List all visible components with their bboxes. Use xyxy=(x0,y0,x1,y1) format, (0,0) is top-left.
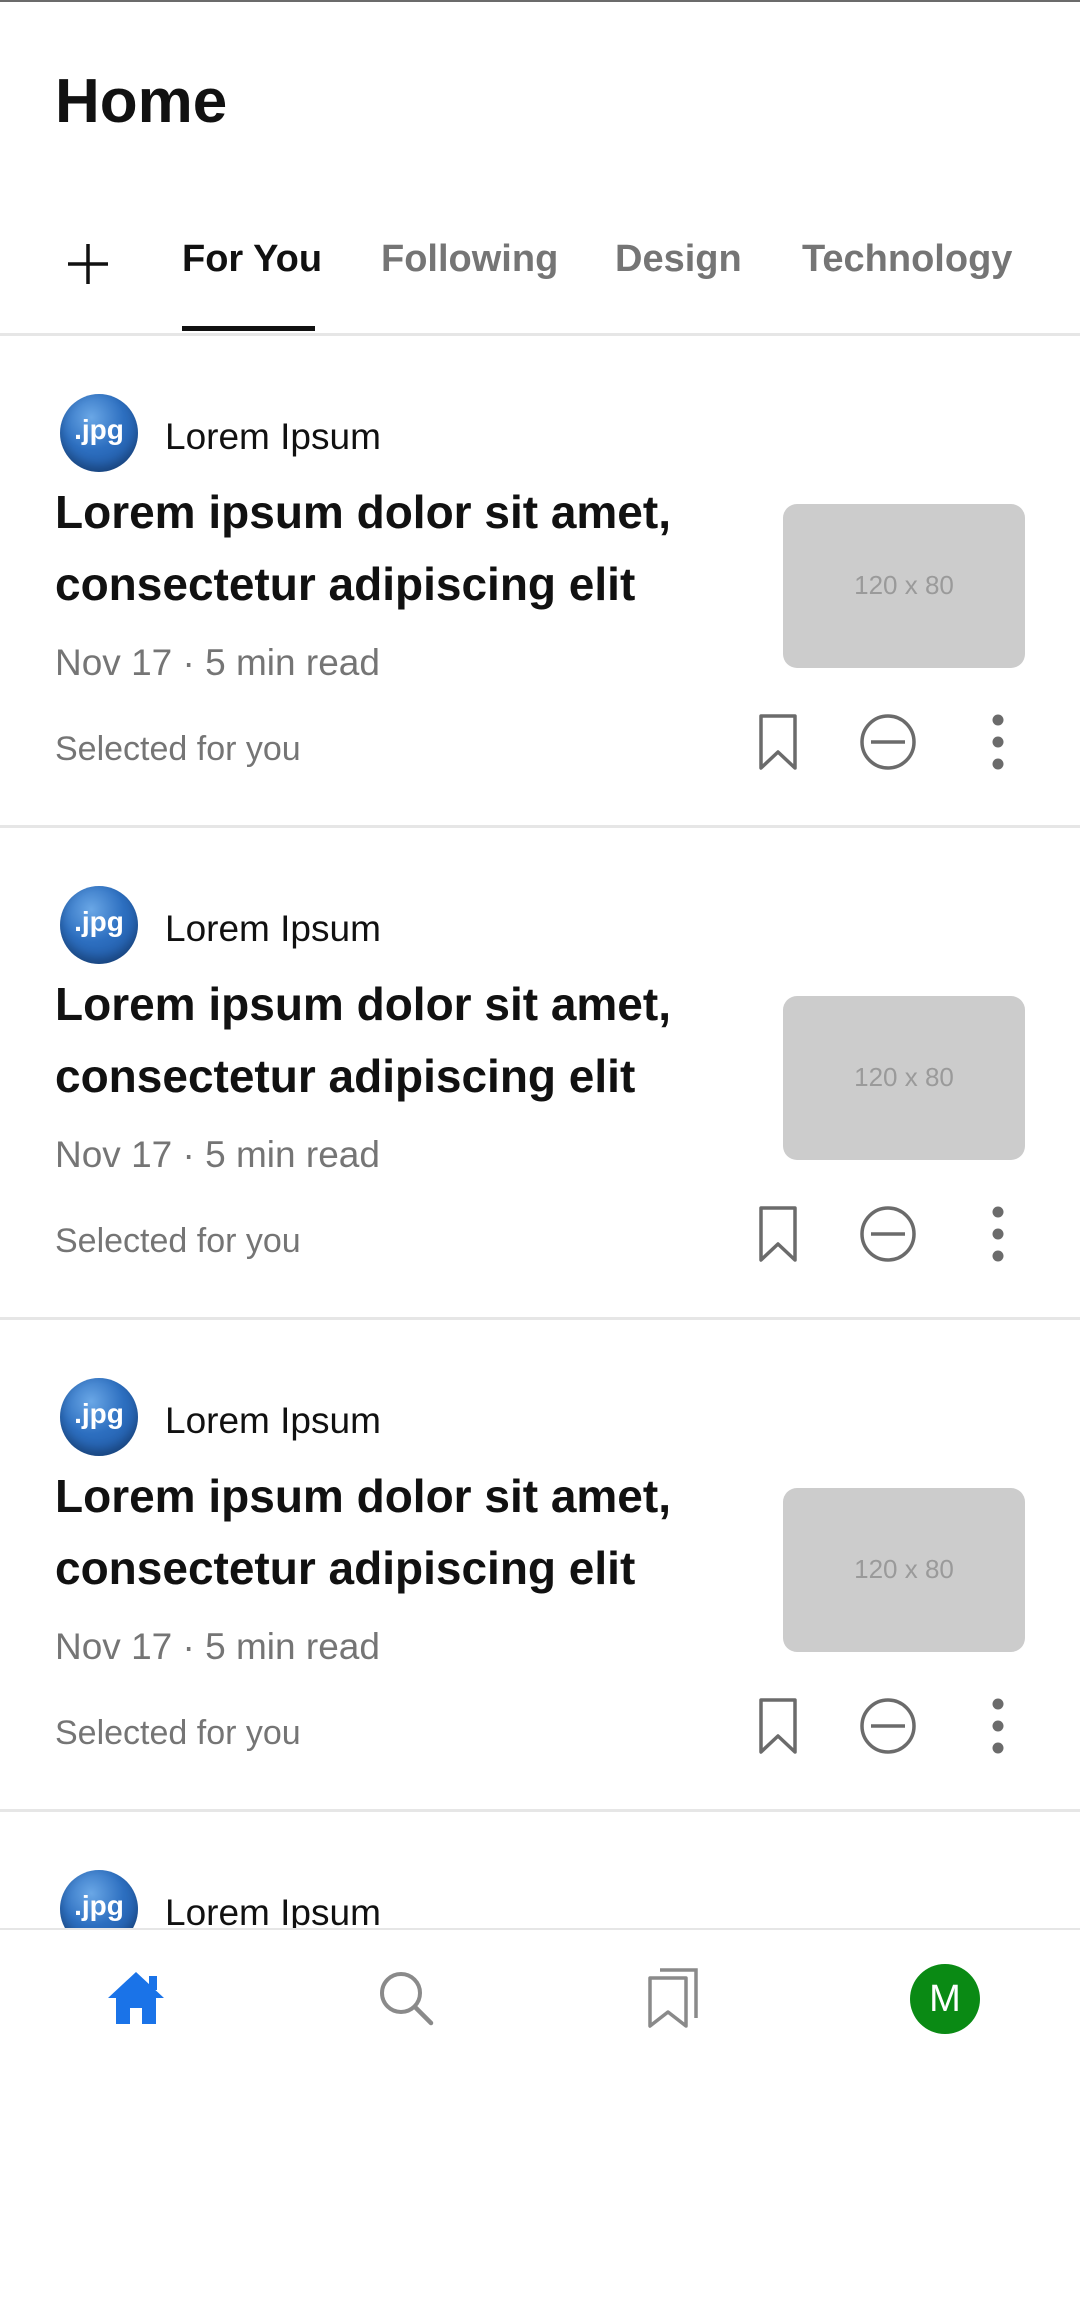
avatar-label: .jpg xyxy=(74,1398,124,1429)
article-title-line: consectetur adipiscing elit xyxy=(55,558,636,610)
tab-following[interactable]: Following xyxy=(381,238,558,281)
avatar-label: .jpg xyxy=(74,906,124,937)
bookmark-icon[interactable] xyxy=(748,1204,808,1264)
author-avatar[interactable]: .jpg xyxy=(60,394,138,472)
article-meta: Nov 17 · 5 min read xyxy=(55,1134,380,1175)
tab-for-you[interactable]: For You xyxy=(182,238,322,281)
article-title[interactable]: Lorem ipsum dolor sit amet, consectetur … xyxy=(55,1460,735,1604)
article-card[interactable]: .jpg Lorem Ipsum Lorem ipsum dolor sit a… xyxy=(0,336,1080,828)
avatar-label: .jpg xyxy=(74,414,124,445)
article-title[interactable]: Lorem ipsum dolor sit amet, consectetur … xyxy=(55,476,735,620)
avatar-label: .jpg xyxy=(74,1890,124,1921)
article-meta: Nov 17 · 5 min read xyxy=(55,642,380,683)
bottom-navigation: M xyxy=(0,1928,1080,2064)
plus-icon[interactable] xyxy=(62,238,114,290)
more-options-icon[interactable] xyxy=(968,1696,1028,1756)
article-title-line: Lorem ipsum dolor sit amet, xyxy=(55,486,671,538)
topic-tabs: For You Following Design Technology xyxy=(0,214,1080,336)
author-name[interactable]: Lorem Ipsum xyxy=(165,416,381,458)
author-avatar[interactable]: .jpg xyxy=(60,886,138,964)
thumbnail-placeholder-label: 120 x 80 xyxy=(854,1062,954,1092)
selection-reason: Selected for you xyxy=(55,730,301,768)
thumbnail-placeholder-label: 120 x 80 xyxy=(854,570,954,600)
search-icon[interactable] xyxy=(374,1966,438,2030)
article-thumbnail[interactable]: 120 x 80 xyxy=(783,1488,1025,1652)
more-options-icon[interactable] xyxy=(968,712,1028,772)
article-title[interactable]: Lorem ipsum dolor sit amet, consectetur … xyxy=(55,968,735,1112)
tab-technology[interactable]: Technology xyxy=(802,238,1012,281)
active-tab-indicator xyxy=(182,326,315,331)
status-divider xyxy=(0,0,1080,2)
article-title-line: consectetur adipiscing elit xyxy=(55,1542,636,1594)
bookmarks-icon[interactable] xyxy=(642,1966,706,2030)
thumbnail-placeholder-label: 120 x 80 xyxy=(854,1554,954,1584)
article-card[interactable]: .jpg Lorem Ipsum Lorem ipsum dolor sit a… xyxy=(0,828,1080,1320)
page-title: Home xyxy=(55,67,228,136)
article-title-line: consectetur adipiscing elit xyxy=(55,1050,636,1102)
author-name[interactable]: Lorem Ipsum xyxy=(165,1400,381,1442)
article-thumbnail[interactable]: 120 x 80 xyxy=(783,996,1025,1160)
bookmark-icon[interactable] xyxy=(748,1696,808,1756)
hide-story-icon[interactable] xyxy=(858,712,918,772)
more-options-icon[interactable] xyxy=(968,1204,1028,1264)
article-title-line: Lorem ipsum dolor sit amet, xyxy=(55,978,671,1030)
selection-reason: Selected for you xyxy=(55,1222,301,1260)
article-thumbnail[interactable]: 120 x 80 xyxy=(783,504,1025,668)
author-avatar[interactable]: .jpg xyxy=(60,1378,138,1456)
article-card[interactable]: .jpg Lorem Ipsum Lorem ipsum dolor sit a… xyxy=(0,1320,1080,1812)
tab-design[interactable]: Design xyxy=(615,238,742,281)
profile-avatar[interactable]: M xyxy=(910,1964,980,2034)
article-meta: Nov 17 · 5 min read xyxy=(55,1626,380,1667)
article-title-line: Lorem ipsum dolor sit amet, xyxy=(55,1470,671,1522)
bookmark-icon[interactable] xyxy=(748,712,808,772)
home-icon[interactable] xyxy=(104,1966,168,2030)
hide-story-icon[interactable] xyxy=(858,1204,918,1264)
hide-story-icon[interactable] xyxy=(858,1696,918,1756)
author-name[interactable]: Lorem Ipsum xyxy=(165,908,381,950)
selection-reason: Selected for you xyxy=(55,1714,301,1752)
